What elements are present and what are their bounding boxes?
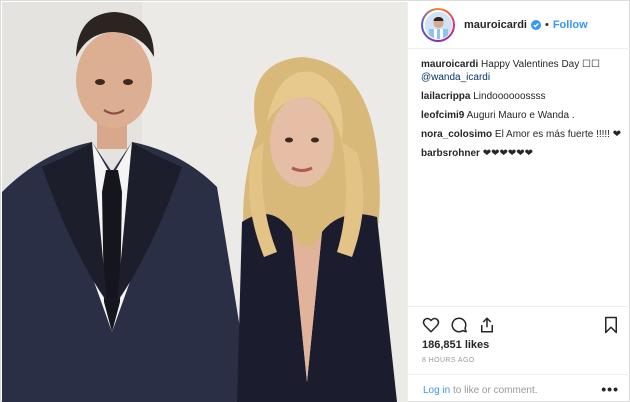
- post-actions: 186,851 likes 8 HOURS AGO Log in to like…: [408, 306, 630, 402]
- comment-username[interactable]: nora_colosimo: [421, 129, 492, 140]
- login-prompt: Log in to like or comment.: [423, 385, 538, 396]
- heart-icon[interactable]: [422, 316, 440, 334]
- comment-text: Auguri Mauro e Wanda .: [466, 110, 575, 121]
- login-link[interactable]: Log in: [423, 385, 450, 396]
- list-item: nora_colosimo El Amor es más fuerte !!!!…: [421, 128, 626, 141]
- verified-badge-icon: [530, 20, 541, 30]
- post-timestamp: 8 HOURS AGO: [422, 357, 475, 364]
- comment-text: ❤❤❤❤❤❤: [482, 148, 533, 159]
- avatar-frame: [423, 10, 453, 40]
- likes-count[interactable]: 186,851 likes: [422, 339, 489, 351]
- follow-button[interactable]: Follow: [553, 19, 588, 31]
- comment-username[interactable]: barbsrohner: [421, 148, 480, 159]
- comment-caption: mauroicardi Happy Valentines Day ☐☐ @wan…: [421, 58, 626, 84]
- list-item: leofcimi9 Auguri Mauro e Wanda .: [421, 109, 626, 122]
- comment-text: Lindoooooossss: [473, 91, 546, 102]
- login-suffix: to like or comment.: [450, 385, 538, 396]
- comment-text: Happy Valentines Day ☐☐: [481, 59, 600, 70]
- comments-list: mauroicardi Happy Valentines Day ☐☐ @wan…: [421, 58, 626, 166]
- instagram-post-embed: mauroicardi • Follow mauroicardi Happy V…: [0, 0, 630, 402]
- header-separator: •: [544, 19, 549, 31]
- share-icon[interactable]: [478, 316, 496, 334]
- post-header: mauroicardi • Follow: [408, 2, 630, 49]
- avatar-illustration: [424, 11, 452, 39]
- more-options-button[interactable]: •••: [601, 381, 619, 397]
- list-item: barbsrohner ❤❤❤❤❤❤: [421, 147, 626, 160]
- comment-username[interactable]: mauroicardi: [421, 59, 478, 70]
- comment-text: El Amor es más fuerte !!!!! ❤: [494, 129, 622, 140]
- bookmark-icon[interactable]: [602, 316, 620, 334]
- list-item: lailacrippa Lindoooooossss: [421, 90, 626, 103]
- post-photo-illustration: [2, 2, 407, 402]
- comment-icon[interactable]: [450, 316, 468, 334]
- post-photo[interactable]: [2, 2, 407, 402]
- avatar-image: [424, 11, 452, 39]
- comment-username[interactable]: lailacrippa: [421, 91, 470, 102]
- post-side-panel: mauroicardi • Follow mauroicardi Happy V…: [407, 2, 630, 402]
- post-username[interactable]: mauroicardi: [464, 19, 527, 31]
- action-icons: [422, 316, 622, 336]
- comment-mention-link[interactable]: @wanda_icardi: [421, 71, 626, 84]
- login-bar: Log in to like or comment. •••: [408, 374, 630, 402]
- comment-username[interactable]: leofcimi9: [421, 110, 464, 121]
- avatar[interactable]: [421, 8, 455, 42]
